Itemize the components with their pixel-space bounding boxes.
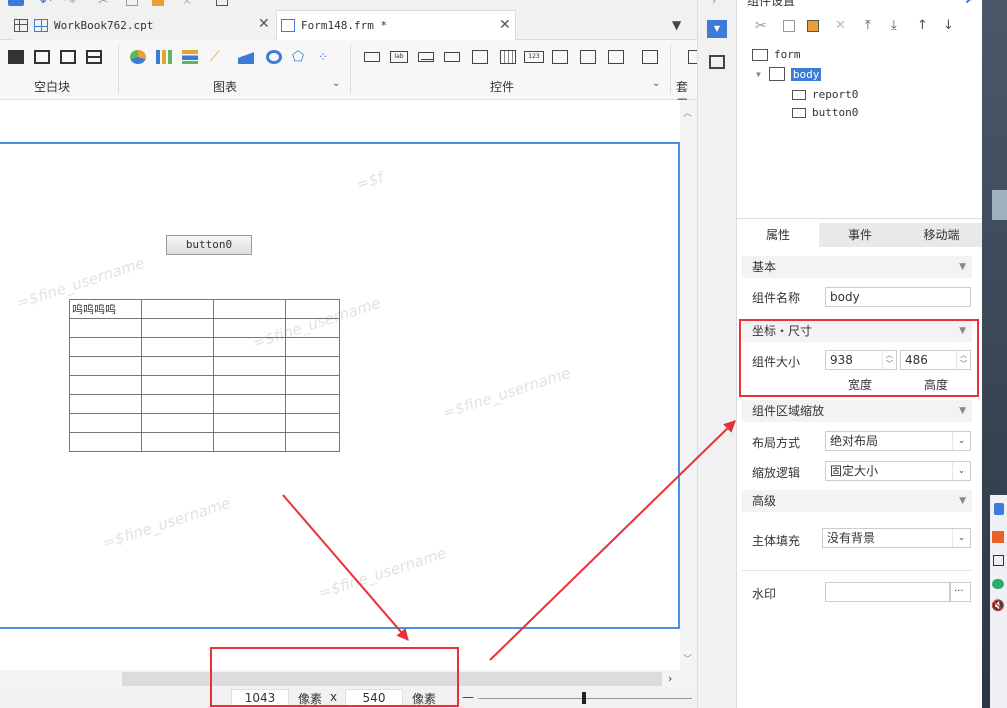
annotation-arrow (282, 494, 409, 641)
annotation-arrow (489, 420, 736, 661)
annotation-arrows (282, 420, 736, 661)
